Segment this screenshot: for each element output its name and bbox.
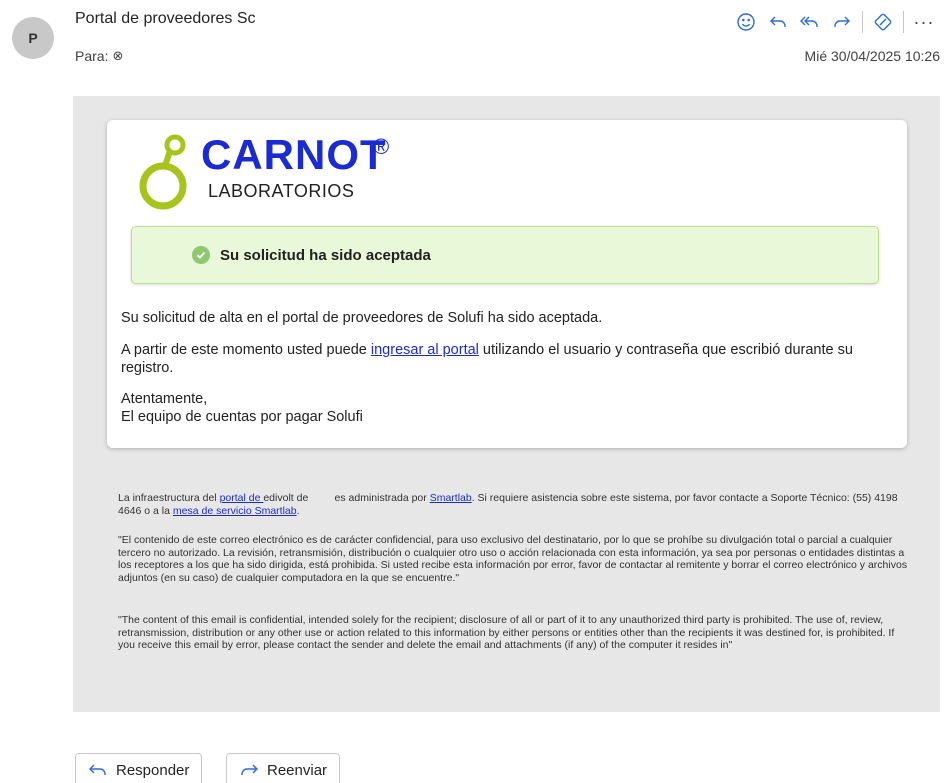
avatar-initial: P xyxy=(28,30,38,46)
avatar[interactable]: P xyxy=(12,17,54,59)
infra-text-4: . xyxy=(296,504,300,517)
message-actions: ··· xyxy=(730,6,940,38)
alert-message: Su solicitud ha sido aceptada xyxy=(220,246,431,264)
closing: Atentamente, xyxy=(121,391,208,407)
reply-all-icon[interactable] xyxy=(794,6,826,38)
paragraph-accepted: Su solicitud de alta en el portal de pro… xyxy=(121,310,603,326)
disclaimer-english: "The content of this email is confidenti… xyxy=(118,614,895,652)
reply-button[interactable]: Responder xyxy=(75,753,203,783)
forward-button[interactable]: Reenviar xyxy=(226,753,341,783)
message-card: CARNOT ® LABORATORIOS Su solicitud ha si… xyxy=(107,120,907,448)
more-icon[interactable]: ··· xyxy=(908,6,940,38)
sender-name[interactable]: Portal de proveedores Sc xyxy=(75,10,256,28)
toolbar-divider xyxy=(903,11,904,33)
service-desk-link[interactable]: mesa de servicio Smartlab xyxy=(173,505,297,517)
reply-icon xyxy=(89,764,106,775)
to-label: Para: xyxy=(75,48,109,64)
reply-button-label: Responder xyxy=(116,761,190,779)
infra-text-1: La infraestructura del xyxy=(118,492,220,504)
infrastructure-note: La infraestructura del portal de edivolt… xyxy=(118,492,908,517)
loop-icon[interactable] xyxy=(867,6,899,38)
email-body: CARNOT ® LABORATORIOS Su solicitud ha si… xyxy=(73,96,940,712)
check-circle-icon xyxy=(192,246,210,264)
logo-subtitle: LABORATORIOS xyxy=(208,181,355,201)
smartlab-link[interactable]: Smartlab xyxy=(430,492,472,504)
paragraph-access: A partir de este momento usted puede ing… xyxy=(121,341,891,377)
forward-button-label: Reenviar xyxy=(267,761,328,779)
success-alert: Su solicitud ha sido aceptada xyxy=(131,226,879,284)
emoji-icon[interactable] xyxy=(730,6,762,38)
reply-icon[interactable] xyxy=(762,6,794,38)
toolbar-divider xyxy=(862,11,863,33)
disclaimer-spanish: "El contenido de este correo electrónico… xyxy=(118,534,908,584)
portal-login-link[interactable]: ingresar al portal xyxy=(371,342,479,358)
logo-brand: CARNOT xyxy=(201,131,387,178)
remove-recipient-icon[interactable]: ⊗ xyxy=(112,48,123,64)
received-date: Mié 30/04/2025 10:26 xyxy=(804,48,940,64)
signature: El equipo de cuentas por pagar Solufi xyxy=(121,409,363,425)
forward-icon xyxy=(241,764,258,775)
to-line: Para: ⊗ xyxy=(75,48,123,64)
paragraph-access-text-1: A partir de este momento usted puede xyxy=(121,342,371,358)
logo-registered: ® xyxy=(373,134,390,159)
portal-link[interactable]: portal de xyxy=(220,492,264,504)
infra-text-2: edivolt de es administrada por xyxy=(263,492,430,504)
forward-icon[interactable] xyxy=(826,6,858,38)
carnot-logo: CARNOT ® LABORATORIOS xyxy=(135,130,395,215)
